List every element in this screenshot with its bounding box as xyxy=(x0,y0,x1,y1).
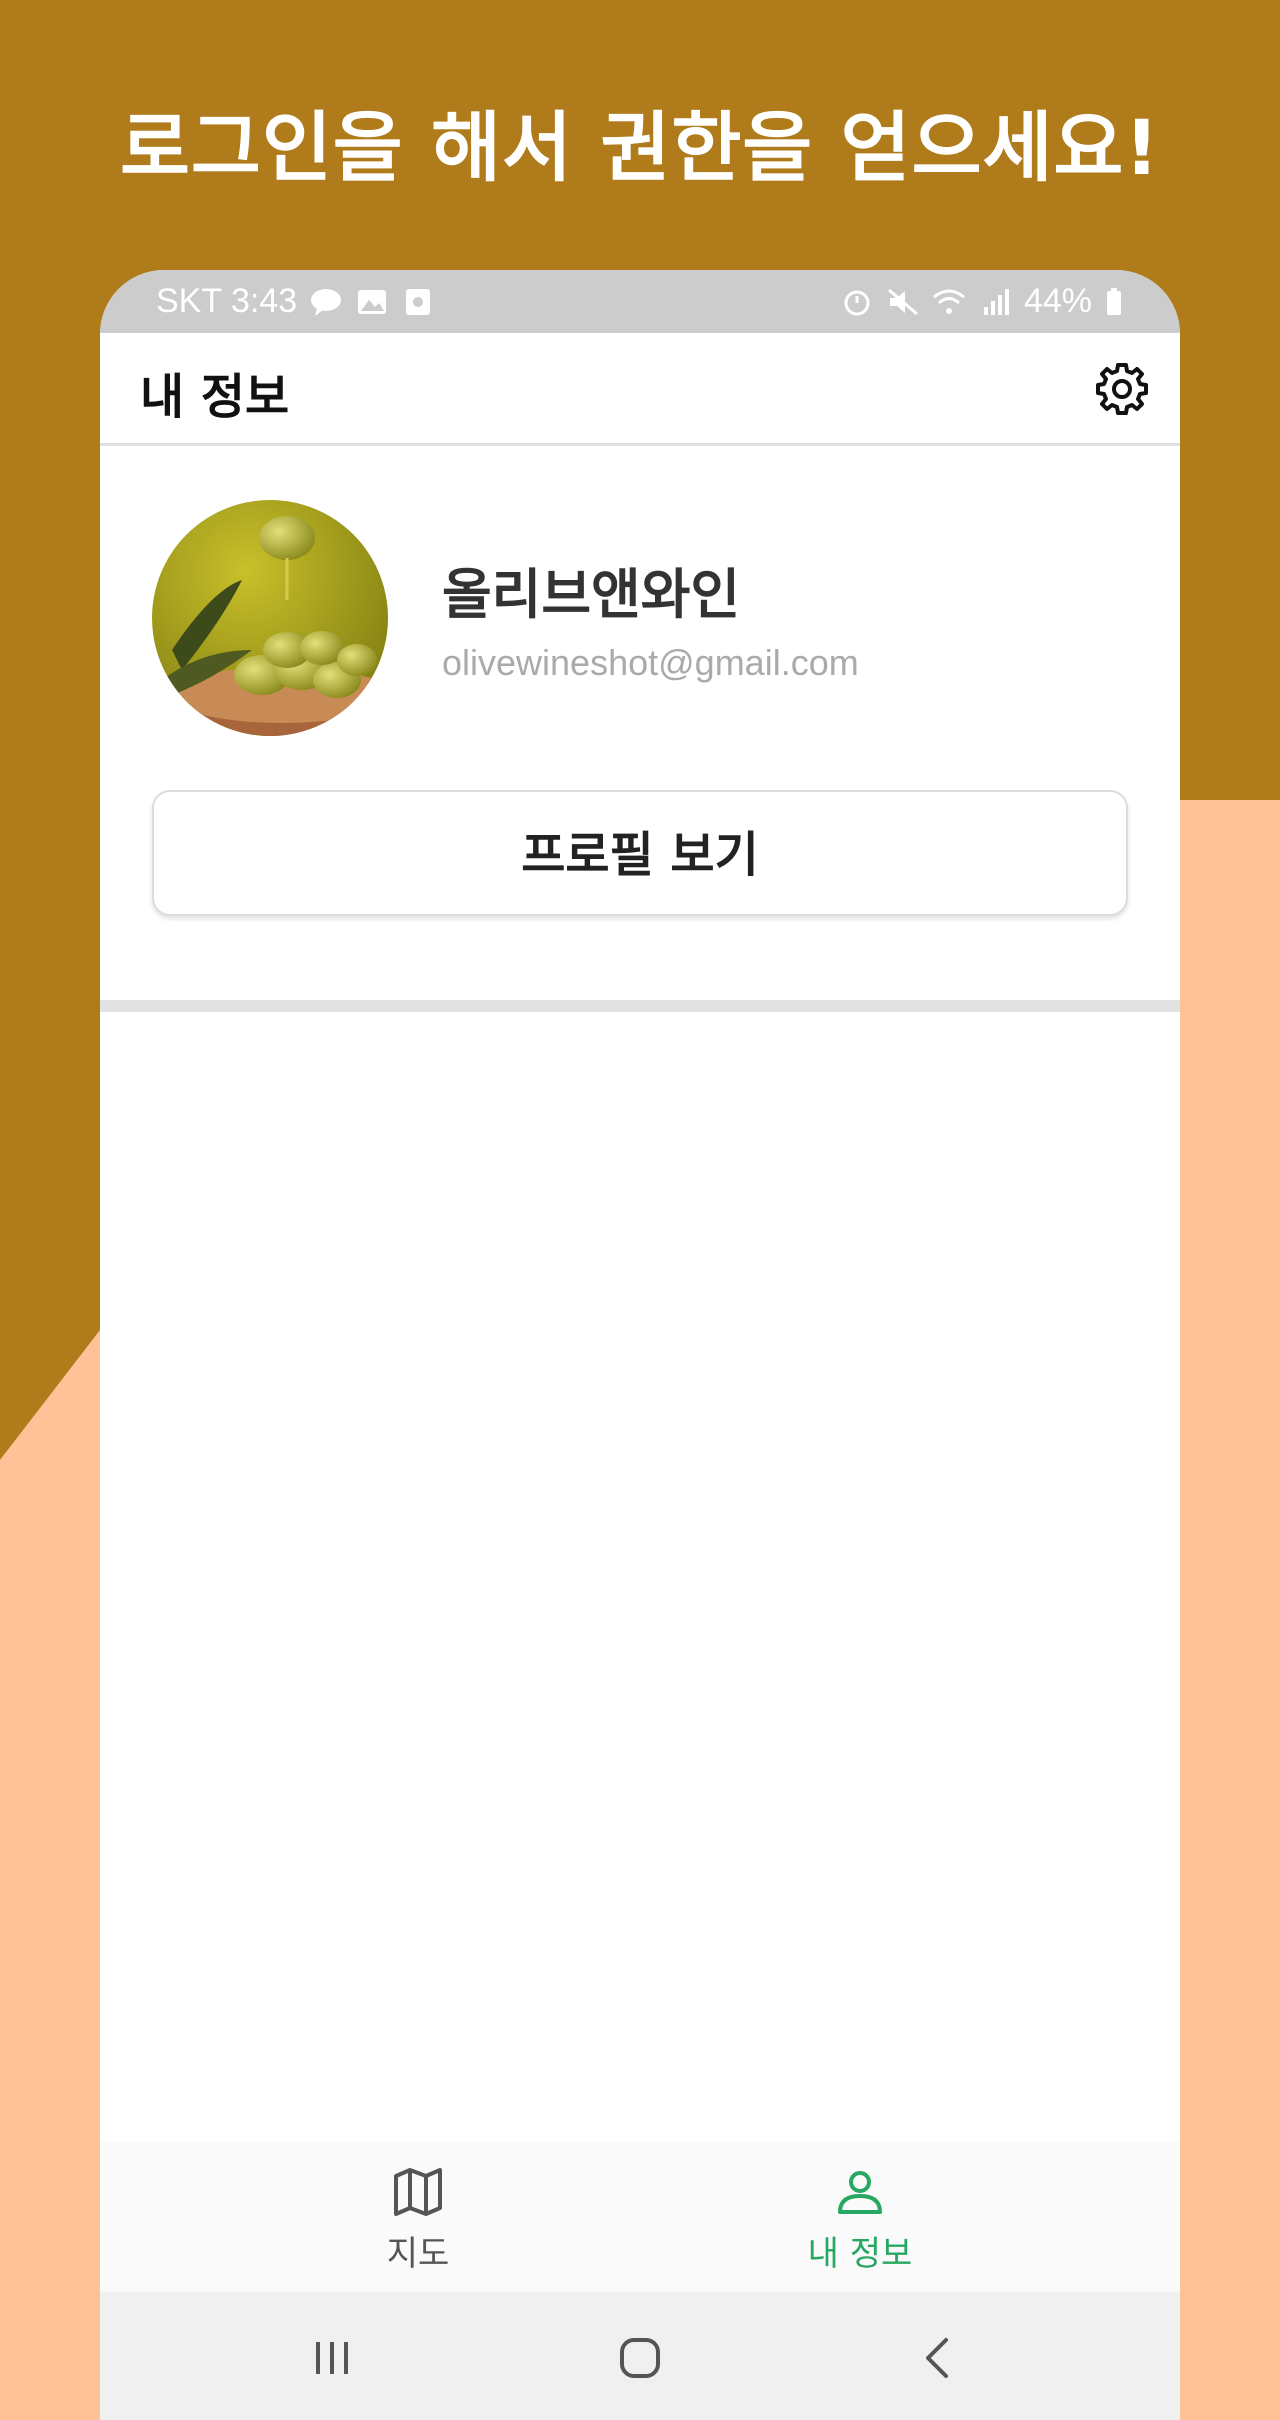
view-profile-button[interactable]: 프로필 보기 xyxy=(152,790,1128,916)
app-bar: 내 정보 xyxy=(100,333,1180,446)
map-icon xyxy=(394,2168,442,2216)
battery-icon xyxy=(1107,287,1121,315)
promo-headline: 로그인을 해서 권한을 얻으세요! xyxy=(120,103,1160,192)
talk-bubble-icon xyxy=(311,288,342,316)
profile-section: 올리브앤와인 olivewineshot@gmail.com 프로필 보기 xyxy=(100,446,1180,1000)
status-bar: SKT 3:43 44% xyxy=(100,270,1180,333)
person-icon xyxy=(838,2171,882,2214)
wifi-icon xyxy=(933,289,965,314)
alarm-icon xyxy=(844,290,870,315)
recents-icon[interactable] xyxy=(302,2328,362,2388)
bottom-nav: 지도 내 정보 xyxy=(100,2142,1180,2292)
mute-icon xyxy=(887,288,918,315)
battery-percent: 44% xyxy=(1023,282,1092,320)
nav-item-map[interactable]: 지도 xyxy=(268,2164,568,2275)
avatar[interactable] xyxy=(152,500,388,736)
user-email: olivewineshot@gmail.com xyxy=(442,642,859,683)
phone-screen: SKT 3:43 44% 내 정보 올리브앤와인 olivewineshot@g… xyxy=(100,270,1180,2420)
user-name: 올리브앤와인 xyxy=(442,563,741,626)
gear-icon[interactable] xyxy=(1094,361,1150,417)
nav-item-my-info[interactable]: 내 정보 xyxy=(710,2164,1010,2275)
gallery-icon xyxy=(358,289,387,314)
nav-label-map: 지도 xyxy=(386,2234,450,2274)
nav-label-my-info: 내 정보 xyxy=(807,2234,913,2274)
square-icon xyxy=(406,288,431,315)
back-icon[interactable] xyxy=(908,2328,968,2388)
home-icon[interactable] xyxy=(610,2328,670,2388)
section-divider xyxy=(100,1000,1180,1012)
system-nav-bar xyxy=(100,2292,1180,2420)
status-carrier-time: SKT 3:43 xyxy=(156,282,298,320)
page-title: 내 정보 xyxy=(140,369,290,425)
signal-icon xyxy=(983,288,1009,315)
